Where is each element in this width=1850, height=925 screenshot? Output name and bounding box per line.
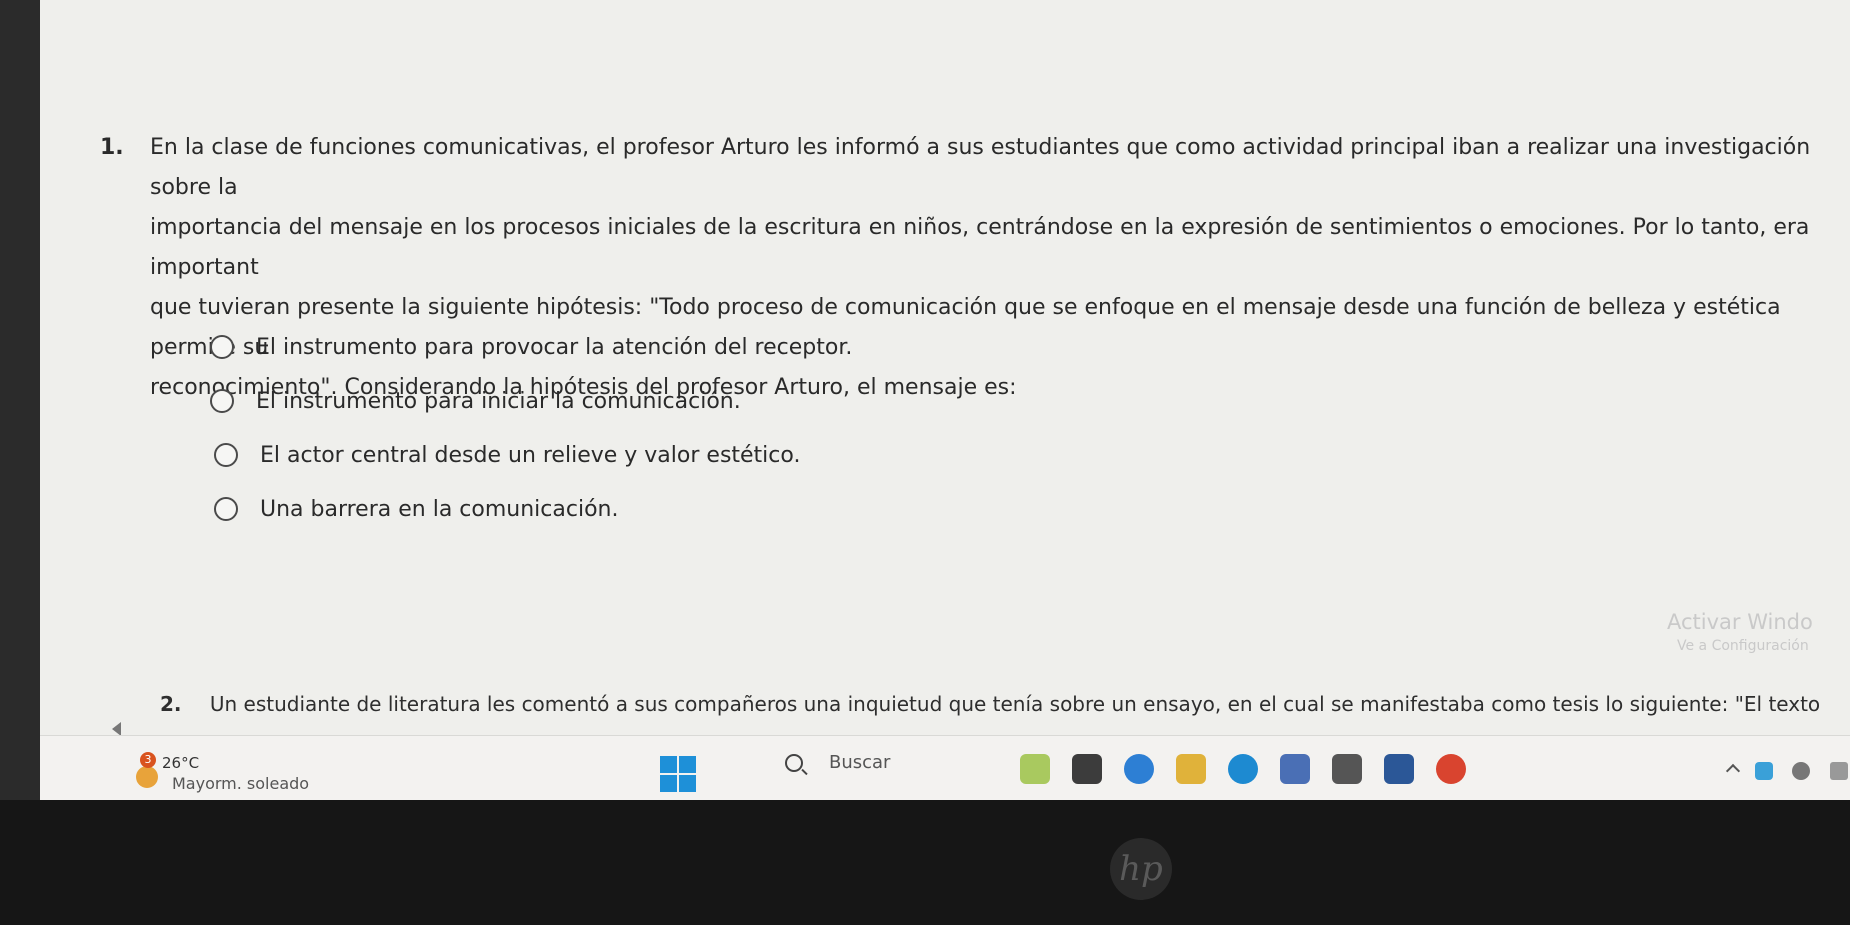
edge-icon[interactable] <box>1228 754 1258 784</box>
windows-logo-pane <box>679 756 696 773</box>
option-label: El actor central desde un relieve y valo… <box>260 442 801 468</box>
watermark-title: Activar Windo <box>1667 610 1813 634</box>
option-3[interactable]: El actor central desde un relieve y valo… <box>214 428 852 482</box>
copilot-icon[interactable] <box>1124 754 1154 784</box>
weather-condition: Mayorm. soleado <box>172 774 310 793</box>
widgets-icon[interactable] <box>1020 754 1050 784</box>
word-icon[interactable] <box>1384 754 1414 784</box>
store-icon[interactable] <box>1280 754 1310 784</box>
folder-icon[interactable] <box>1176 754 1206 784</box>
question-1-number: 1. <box>100 135 124 160</box>
option-1[interactable]: El instrumento para provocar la atención… <box>210 320 852 374</box>
notification-badge: 3 <box>140 752 156 768</box>
radio-button[interactable] <box>210 389 234 413</box>
watermark-subtitle: Ve a Configuración <box>1677 638 1809 654</box>
search-label: Buscar <box>829 752 891 773</box>
taskbar-search[interactable]: Buscar <box>785 752 890 773</box>
option-4[interactable]: Una barrera en la comunicación. <box>214 482 852 536</box>
hp-logo: hp <box>1110 838 1172 900</box>
windows-logo-pane <box>660 756 677 773</box>
settings-icon[interactable] <box>1332 754 1362 784</box>
radio-button[interactable] <box>214 443 238 467</box>
windows-logo-pane <box>660 775 677 792</box>
radio-button[interactable] <box>210 335 234 359</box>
option-2[interactable]: El instrumento para iniciar la comunicac… <box>210 374 852 428</box>
question-2: 2. Un estudiante de literatura les comen… <box>160 692 1820 716</box>
show-hidden-icons-chevron-icon[interactable] <box>1725 763 1741 779</box>
chrome-icon[interactable] <box>1436 754 1466 784</box>
battery-icon[interactable] <box>1830 762 1848 780</box>
monitor-bezel-bottom <box>0 800 1850 925</box>
start-button[interactable] <box>660 756 696 792</box>
search-icon <box>785 753 803 772</box>
activate-windows-watermark: Activar Windo Ve a Configuración <box>1667 608 1813 656</box>
scroll-left-arrow-icon[interactable] <box>112 722 121 736</box>
question-1-line: importancia del mensaje en los procesos … <box>150 215 1810 280</box>
tray-app-icon[interactable] <box>1755 762 1773 780</box>
network-icon[interactable] <box>1792 762 1810 780</box>
sun-icon <box>136 766 158 788</box>
file-explorer-icon[interactable] <box>1072 754 1102 784</box>
question-2-number: 2. <box>160 692 182 716</box>
question-1-line: En la clase de funciones comunicativas, … <box>150 135 1811 200</box>
monitor-bezel-left <box>0 0 40 925</box>
windows-logo-pane <box>679 775 696 792</box>
question-2-text: Un estudiante de literatura les comentó … <box>209 692 1820 716</box>
radio-button[interactable] <box>214 497 238 521</box>
weather-temperature: 26°C <box>162 754 200 772</box>
answer-options: El instrumento para provocar la atención… <box>210 320 852 536</box>
option-label: El instrumento para iniciar la comunicac… <box>256 388 741 414</box>
taskbar: 3 26°C Mayorm. soleado Buscar <box>40 735 1850 801</box>
option-label: Una barrera en la comunicación. <box>260 496 619 522</box>
option-label: El instrumento para provocar la atención… <box>256 334 853 360</box>
